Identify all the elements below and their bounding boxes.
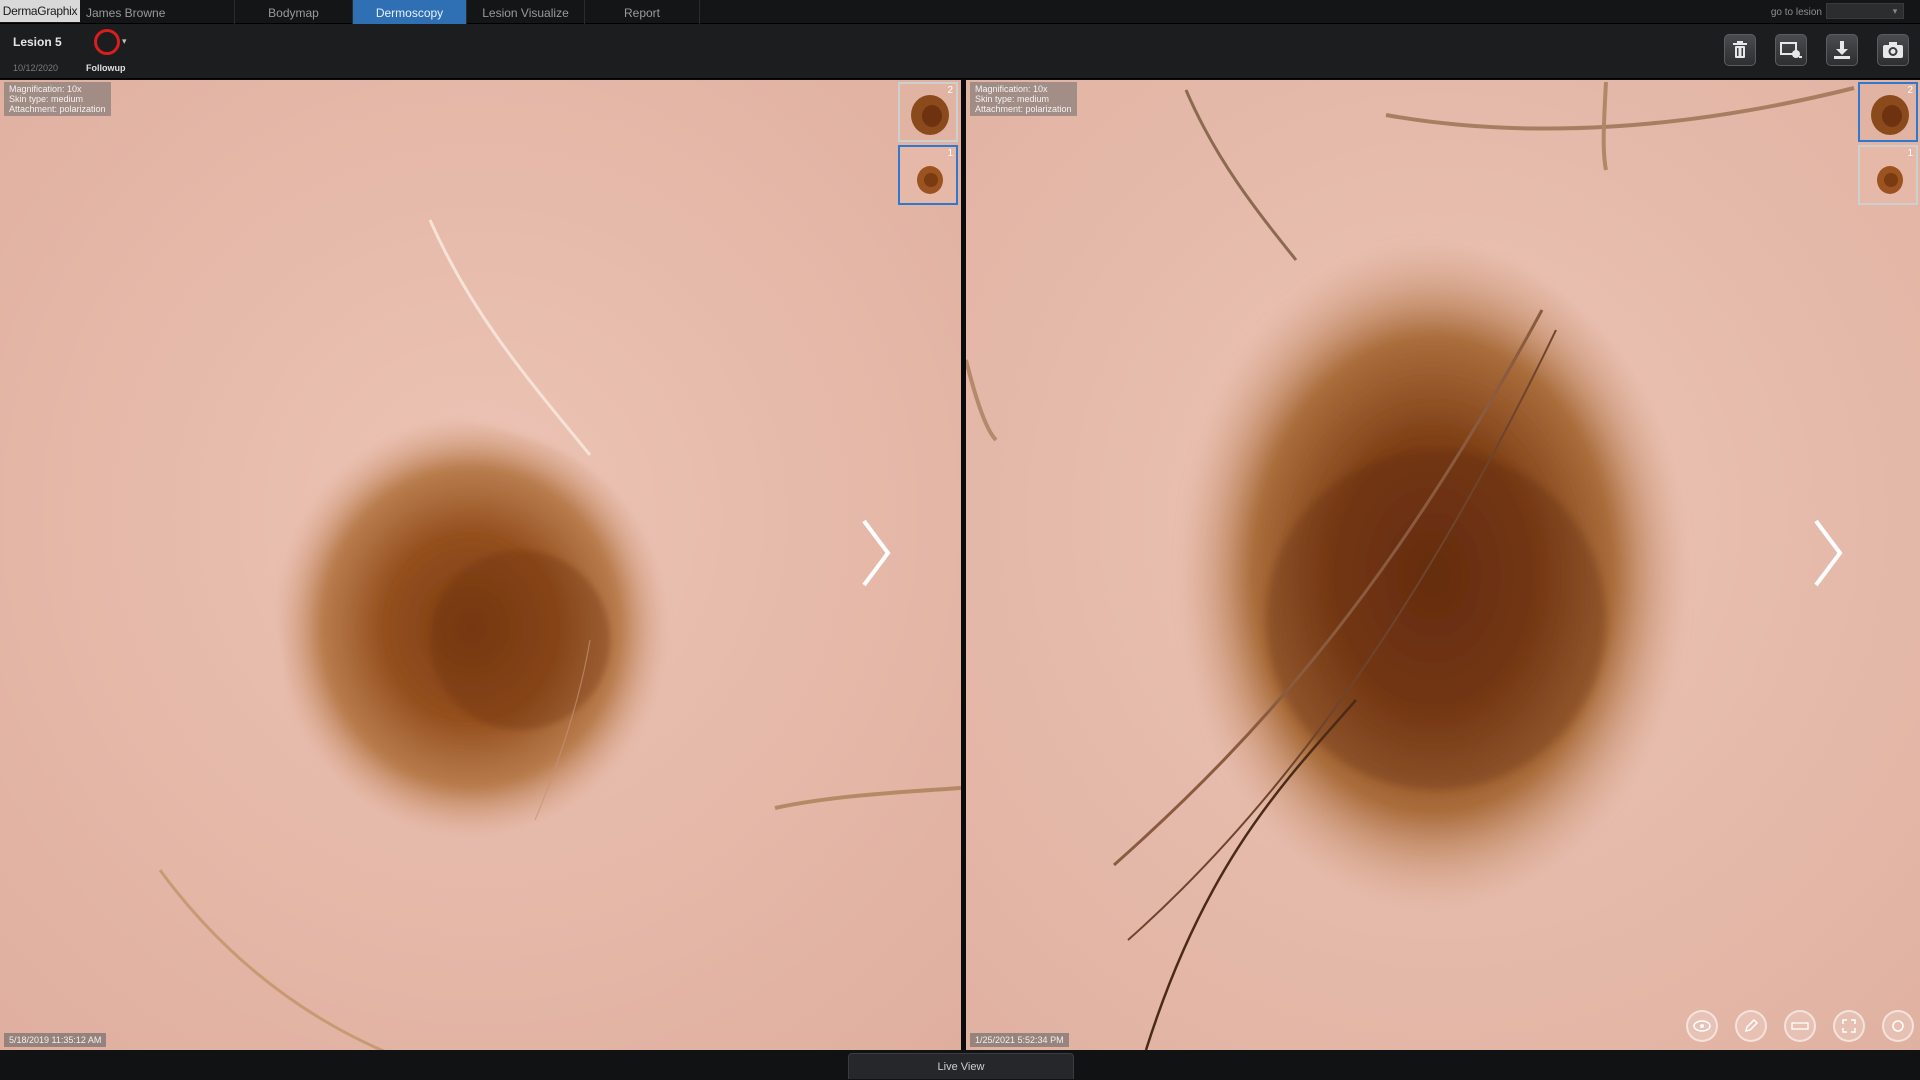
tab-dermoscopy[interactable]: Dermoscopy bbox=[352, 0, 466, 24]
lesion-name: Lesion 5 bbox=[13, 35, 62, 49]
magnification-text: Magnification: 10x bbox=[9, 84, 82, 94]
image-thumbnail[interactable]: 2 bbox=[1858, 82, 1918, 142]
skin-type-text: Skin type: medium bbox=[975, 94, 1050, 104]
patient-name[interactable]: James Browne bbox=[86, 0, 165, 24]
more-icon bbox=[1892, 1020, 1904, 1032]
annotate-button[interactable] bbox=[1735, 1010, 1767, 1042]
tab-bodymap[interactable]: Bodymap bbox=[234, 0, 352, 24]
top-tab-bar: DermaGraphix James Browne Bodymap Dermos… bbox=[0, 0, 1920, 24]
dermoscopy-viewer-left[interactable]: Magnification: 10x Skin type: medium Att… bbox=[0, 80, 961, 1050]
capture-timestamp: 5/18/2019 11:35:12 AM bbox=[4, 1033, 107, 1047]
followup-marker-icon[interactable] bbox=[94, 29, 120, 55]
thumbnail-number: 1 bbox=[1907, 148, 1913, 159]
magnification-text: Magnification: 10x bbox=[975, 84, 1048, 94]
lesion-date: 10/12/2020 bbox=[13, 63, 59, 73]
image-thumbnail[interactable]: 1 bbox=[1858, 145, 1918, 205]
followup-label: Followup bbox=[86, 63, 126, 73]
chevron-down-icon[interactable]: ▾ bbox=[122, 36, 127, 47]
export-button[interactable] bbox=[1826, 34, 1858, 66]
thumbnail-number: 2 bbox=[947, 85, 953, 96]
ruler-icon bbox=[1791, 1022, 1809, 1030]
image-thumbnail[interactable]: 1 bbox=[898, 145, 958, 205]
app-logo: DermaGraphix bbox=[0, 0, 80, 22]
pencil-icon bbox=[1744, 1018, 1759, 1033]
attachment-text: Attachment: polarization bbox=[9, 104, 106, 114]
goto-lesion-select[interactable]: ▾ bbox=[1826, 3, 1904, 19]
thumbnail-number: 1 bbox=[947, 148, 953, 159]
image-compare-icon bbox=[1780, 42, 1802, 58]
tab-report[interactable]: Report bbox=[584, 0, 700, 24]
lesion-toolbar: Lesion 5 10/12/2020 ▾ Followup bbox=[0, 24, 1920, 79]
next-image-chevron-icon[interactable] bbox=[856, 513, 896, 593]
chevron-down-icon: ▾ bbox=[1892, 6, 1898, 16]
bottom-bar: Live View bbox=[0, 1050, 1920, 1080]
expand-icon bbox=[1842, 1019, 1856, 1033]
thumbnail-number: 2 bbox=[1907, 85, 1913, 96]
eye-icon bbox=[1693, 1020, 1711, 1032]
capture-timestamp: 1/25/2021 5:52:34 PM bbox=[970, 1033, 1069, 1047]
dermoscopy-viewer-right[interactable]: Magnification: 10x Skin type: medium Att… bbox=[966, 80, 1920, 1050]
view-tools-group bbox=[1686, 1010, 1914, 1042]
eye-button[interactable] bbox=[1686, 1010, 1718, 1042]
fullscreen-button[interactable] bbox=[1833, 1010, 1865, 1042]
download-icon bbox=[1834, 41, 1850, 59]
tab-lesion-visualize[interactable]: Lesion Visualize bbox=[466, 0, 584, 24]
delete-button[interactable] bbox=[1724, 34, 1756, 66]
dermoscopy-image-left bbox=[0, 80, 961, 1050]
more-button[interactable] bbox=[1882, 1010, 1914, 1042]
dermoscopy-image-right bbox=[966, 80, 1920, 1050]
goto-lesion-label: go to lesion bbox=[1770, 7, 1822, 18]
image-info-box: Magnification: 10x Skin type: medium Att… bbox=[970, 82, 1077, 116]
trash-icon bbox=[1733, 41, 1747, 58]
image-info-box: Magnification: 10x Skin type: medium Att… bbox=[4, 82, 111, 116]
skin-type-text: Skin type: medium bbox=[9, 94, 84, 104]
camera-icon bbox=[1883, 42, 1903, 58]
capture-button[interactable] bbox=[1877, 34, 1909, 66]
measure-button[interactable] bbox=[1784, 1010, 1816, 1042]
image-thumbnail[interactable]: 2 bbox=[898, 82, 958, 142]
attachment-text: Attachment: polarization bbox=[975, 104, 1072, 114]
live-view-button[interactable]: Live View bbox=[848, 1053, 1074, 1079]
next-image-chevron-icon[interactable] bbox=[1808, 513, 1848, 593]
compare-button[interactable] bbox=[1775, 34, 1807, 66]
